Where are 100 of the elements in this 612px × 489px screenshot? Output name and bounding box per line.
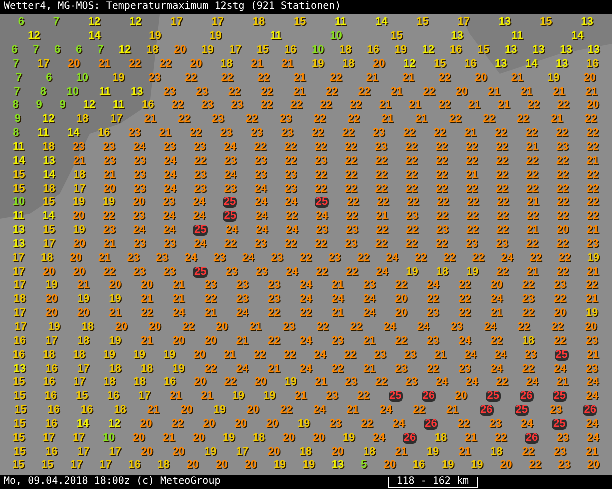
temperature-label: 8: [40, 86, 47, 98]
temperature-label: 22: [406, 197, 420, 208]
temperature-label: 20: [244, 460, 258, 472]
temperature-label: 15: [294, 17, 306, 28]
temperature-label: 21: [98, 58, 111, 70]
temperature-label: 7: [53, 17, 60, 28]
temperature-label: 22: [458, 418, 470, 430]
temperature-label: 22: [102, 211, 115, 222]
temperature-label: 22: [436, 238, 448, 250]
temperature-label: 24: [164, 156, 176, 167]
temperature-label: 8: [12, 100, 19, 112]
temperature-label: 21: [586, 294, 598, 306]
temperature-label: 24: [224, 170, 237, 181]
temperature-label: 22: [496, 211, 509, 222]
temperature-label: 22: [405, 184, 418, 195]
temperature-label: 20: [172, 446, 185, 458]
temperature-label: 18: [300, 446, 312, 458]
temperature-label: 20: [190, 58, 202, 70]
temperature-label: 23: [224, 156, 237, 167]
temperature-label: 18: [252, 432, 266, 444]
temperature-label: 22: [395, 280, 408, 292]
temperature-label: 11: [270, 31, 282, 42]
temperature-label: 22: [472, 252, 484, 264]
temperature-label: 26: [583, 405, 598, 416]
temperature-label: 19: [302, 460, 316, 472]
temperature-label: 23: [550, 405, 562, 416]
temperature-label: 13: [14, 364, 26, 375]
temperature-label: 24: [464, 350, 477, 361]
temperature-label: 22: [526, 211, 539, 222]
temperature-label: 11: [12, 211, 25, 222]
temperature-label: 20: [554, 308, 566, 320]
temperature-label: 22: [449, 114, 462, 126]
temperature-label: 13: [43, 156, 56, 167]
temperature-label: 21: [381, 114, 394, 126]
temperature-label: 5: [360, 460, 368, 472]
temperature-label: 22: [522, 446, 535, 458]
temperature-label: 21: [140, 336, 154, 347]
temperature-label: 15: [390, 31, 403, 42]
temperature-label: 23: [316, 225, 328, 236]
temperature-label: 22: [405, 156, 418, 167]
temperature-label: 21: [526, 197, 540, 208]
temperature-label: 22: [258, 72, 270, 84]
temperature-label: 24: [554, 364, 566, 375]
temperature-label: 22: [268, 336, 280, 347]
temperature-label: 22: [466, 142, 478, 154]
temperature-label: 24: [466, 377, 478, 388]
temperature-label: 19: [204, 446, 217, 458]
temperature-label: 22: [517, 114, 530, 126]
temperature-label: 22: [375, 156, 388, 167]
temperature-label: 22: [224, 238, 237, 250]
temperature-label: 24: [300, 294, 312, 306]
temperature-label: 23: [406, 211, 418, 222]
temperature-label: 25: [388, 391, 403, 402]
temperature-label: 22: [426, 294, 440, 306]
temperature-label: 17: [12, 252, 24, 264]
temperature-label: 16: [464, 58, 477, 70]
temperature-label: 22: [556, 211, 569, 222]
temperature-label: 24: [586, 377, 599, 388]
temperature-label: 10: [76, 72, 88, 84]
temperature-label: 22: [496, 142, 508, 154]
temperature-label: 24: [242, 252, 254, 264]
temperature-label: 22: [172, 418, 184, 430]
temperature-label: 20: [586, 100, 600, 112]
temperature-label: 23: [280, 114, 292, 126]
temperature-label: 22: [357, 391, 370, 402]
temperature-label: 24: [300, 336, 312, 347]
temperature-label: 16: [48, 405, 60, 416]
temperature-label: 22: [284, 142, 297, 154]
temperature-label: 20: [282, 432, 296, 444]
temperature-label: 22: [556, 156, 569, 167]
temperature-label: 23: [162, 197, 176, 208]
temperature-label: 19: [202, 45, 214, 56]
temperature-label: 22: [526, 170, 538, 181]
temperature-label: 22: [466, 211, 478, 222]
temperature-label: 23: [558, 460, 570, 472]
temperature-label: 21: [395, 446, 408, 458]
temperature-label: 22: [496, 184, 508, 195]
temperature-label: 19: [109, 294, 122, 306]
temperature-label: 19: [274, 460, 286, 472]
temperature-label: 24: [392, 418, 405, 430]
temperature-label: 23: [556, 142, 569, 154]
temperature-label: 22: [346, 266, 358, 278]
temperature-label: 20: [204, 336, 217, 347]
temperature-label: 22: [185, 72, 198, 84]
temperature-label: 19: [112, 72, 125, 84]
temperature-label: 17: [109, 446, 122, 458]
temperature-label: 21: [585, 86, 598, 98]
temperature-label: 20: [70, 252, 82, 264]
temperature-label: 18: [82, 322, 94, 333]
temperature-label: 21: [204, 308, 217, 320]
temperature-label: 22: [522, 308, 535, 320]
temperature-label: 21: [140, 294, 154, 306]
temperature-label: 19: [77, 294, 90, 306]
temperature-label: 23: [374, 350, 386, 361]
temperature-label: 22: [496, 197, 510, 208]
temperature-label: 23: [204, 280, 217, 292]
temperature-label: 22: [518, 322, 530, 333]
temperature-label: 23: [236, 280, 248, 292]
temperature-label: 21: [415, 114, 428, 126]
temperature-label: 23: [194, 184, 206, 195]
